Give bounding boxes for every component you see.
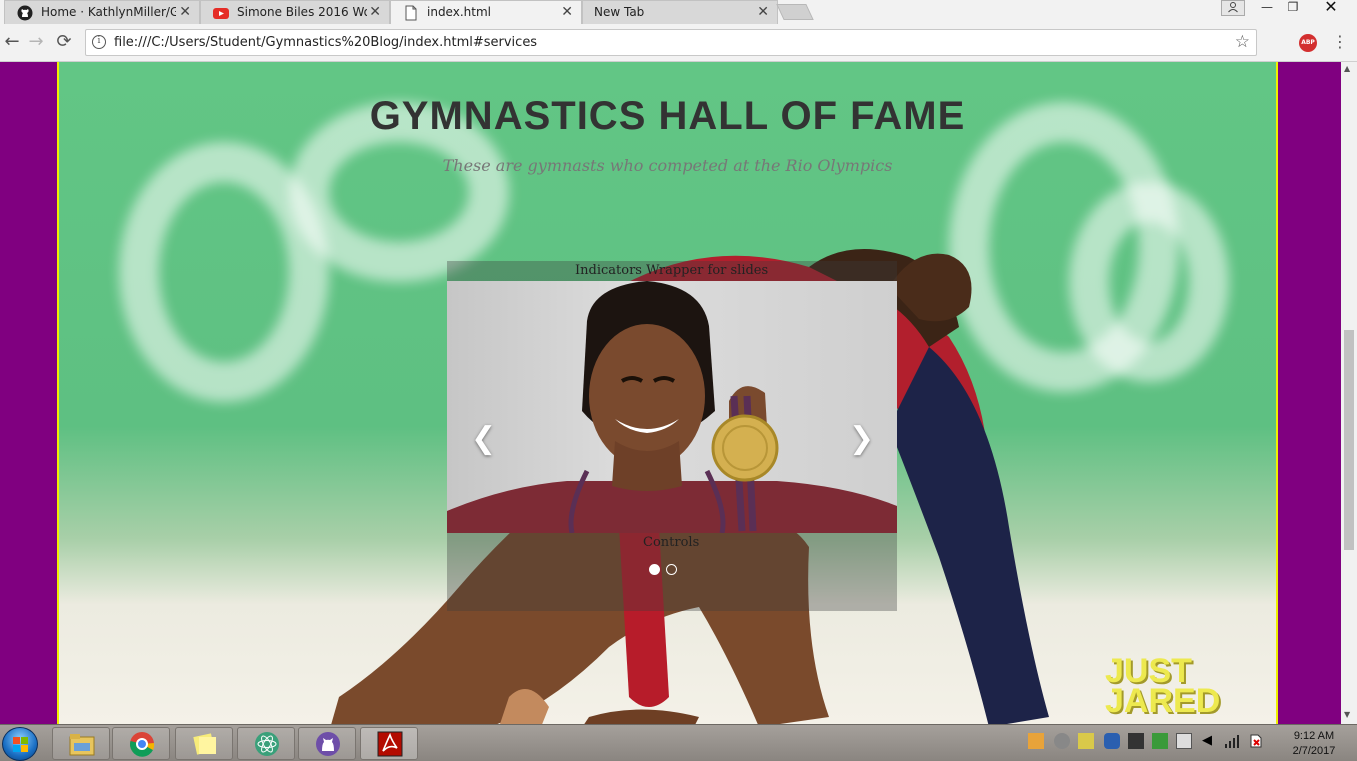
- tab-index-html[interactable]: index.html ✕: [390, 0, 582, 24]
- clock-time: 9:12 AM: [1293, 730, 1335, 742]
- carousel-controls-label: Controls: [643, 535, 700, 550]
- taskbar-github-desktop[interactable]: [298, 727, 356, 760]
- tab-github[interactable]: Home · KathlynMiller/Gy ✕: [4, 0, 200, 24]
- bluetooth-icon[interactable]: [1104, 733, 1120, 749]
- taskbar-chrome[interactable]: [112, 727, 170, 760]
- atom-icon: [255, 732, 279, 756]
- tab-title: Simone Biles 2016 Wome: [237, 5, 367, 19]
- scrollbar-thumb[interactable]: [1344, 330, 1354, 550]
- taskbar-atom[interactable]: [237, 727, 295, 760]
- url-text[interactable]: file:///C:/Users/Student/Gymnastics%20Bl…: [114, 35, 537, 50]
- tray-device-icon[interactable]: [1176, 733, 1192, 749]
- tab-new-tab[interactable]: New Tab ✕: [582, 0, 778, 24]
- tray-monitor-icon[interactable]: [1128, 733, 1144, 749]
- profile-button[interactable]: [1221, 0, 1245, 16]
- page-scrollbar[interactable]: ▲ ▼: [1341, 62, 1357, 724]
- carousel-slide-image: ❮ ❯: [447, 281, 897, 533]
- github-desktop-icon: [316, 732, 340, 756]
- tray-network-icon[interactable]: [1054, 733, 1070, 749]
- tab-title: New Tab: [594, 5, 645, 19]
- page-subtitle: These are gymnasts who competed at the R…: [442, 156, 893, 175]
- start-button[interactable]: [2, 727, 38, 761]
- tab-title: Home · KathlynMiller/Gy: [41, 5, 176, 19]
- tab-close-icon[interactable]: ✕: [757, 4, 769, 20]
- tab-title: index.html: [427, 5, 491, 19]
- image-carousel: Indicators Wrapper for slides ❮ ❯ Contro…: [447, 261, 897, 611]
- scroll-up-icon[interactable]: ▲: [1344, 64, 1350, 73]
- adblock-plus-icon[interactable]: ABP: [1299, 34, 1317, 52]
- user-icon: [1228, 2, 1238, 13]
- taskbar-clock[interactable]: 9:12 AM 2/7/2017: [1278, 729, 1350, 759]
- windows-taskbar: ◀ 9:12 AM 2/7/2017: [0, 724, 1357, 761]
- action-center-icon[interactable]: [1248, 733, 1264, 749]
- browser-toolbar: ← → ⟳ i file:///C:/Users/Student/Gymnast…: [0, 24, 1357, 62]
- scroll-down-icon[interactable]: ▼: [1344, 710, 1350, 719]
- tray-update-icon[interactable]: [1152, 733, 1168, 749]
- taskbar-explorer[interactable]: [52, 727, 110, 760]
- carousel-indicators-label: Indicators Wrapper for slides: [575, 263, 769, 278]
- tray-app-icon[interactable]: [1028, 733, 1044, 749]
- github-icon: [17, 5, 33, 21]
- gymnast-medal-photo: [447, 281, 897, 533]
- browser-tab-strip: Home · KathlynMiller/Gy ✕ Simone Biles 2…: [0, 0, 1357, 24]
- watermark-logo: JUST JARED: [1105, 652, 1221, 720]
- bookmark-star-icon[interactable]: ☆: [1235, 32, 1250, 52]
- minimize-button[interactable]: —: [1254, 0, 1280, 16]
- carousel-prev-icon[interactable]: ❮: [471, 421, 496, 456]
- page-title: GYMNASTICS HALL OF FAME: [369, 94, 966, 138]
- reload-icon[interactable]: ⟳: [52, 30, 76, 54]
- signal-icon[interactable]: [1224, 733, 1240, 749]
- windows-explorer-icon: [69, 734, 95, 756]
- restore-icon[interactable]: ❐: [1282, 0, 1304, 16]
- background-graphic: [1069, 182, 1229, 382]
- carousel-next-icon[interactable]: ❯: [849, 421, 874, 456]
- document-icon: [405, 5, 417, 21]
- tab-close-icon[interactable]: ✕: [561, 4, 573, 20]
- menu-icon[interactable]: ⋮: [1332, 32, 1348, 51]
- back-icon[interactable]: ←: [0, 30, 24, 54]
- page-viewport: GYMNASTICS HALL OF FAME These are gymnas…: [0, 62, 1341, 724]
- sticky-notes-icon: [193, 733, 216, 755]
- taskbar-acrobat[interactable]: [360, 727, 418, 760]
- chrome-icon: [130, 732, 155, 757]
- clock-date: 2/7/2017: [1292, 745, 1336, 757]
- windows-logo-icon: [13, 737, 28, 752]
- new-tab-button[interactable]: [776, 4, 814, 20]
- tab-close-icon[interactable]: ✕: [369, 4, 381, 20]
- carousel-indicator-active[interactable]: [649, 564, 660, 575]
- volume-icon[interactable]: ◀: [1202, 733, 1218, 749]
- address-bar[interactable]: i file:///C:/Users/Student/Gymnastics%20…: [85, 29, 1257, 56]
- tray-security-icon[interactable]: [1078, 733, 1094, 749]
- carousel-indicator[interactable]: [666, 564, 677, 575]
- close-window-button[interactable]: ✕: [1306, 0, 1356, 16]
- taskbar-sticky-notes[interactable]: [175, 727, 233, 760]
- tab-youtube[interactable]: Simone Biles 2016 Wome ✕: [200, 0, 390, 24]
- youtube-icon: [213, 8, 229, 19]
- tab-close-icon[interactable]: ✕: [179, 4, 191, 20]
- info-icon[interactable]: i: [92, 35, 106, 49]
- acrobat-icon: [377, 731, 403, 757]
- forward-icon[interactable]: →: [24, 30, 48, 54]
